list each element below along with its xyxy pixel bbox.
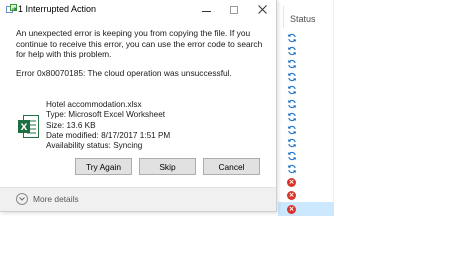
status-row[interactable]: × bbox=[278, 176, 334, 189]
svg-text:X: X bbox=[21, 123, 28, 133]
cancel-button[interactable]: Cancel bbox=[203, 158, 260, 175]
status-row[interactable] bbox=[278, 110, 334, 123]
dialog-footer: More details bbox=[0, 187, 276, 211]
status-row[interactable] bbox=[278, 44, 334, 57]
interrupted-action-dialog: 1 Interrupted Action An unexpected error… bbox=[0, 0, 277, 212]
sync-pending-icon bbox=[287, 125, 297, 135]
sync-pending-icon bbox=[287, 165, 297, 174]
status-column-header[interactable]: Status bbox=[290, 14, 316, 24]
maximize-icon bbox=[230, 5, 238, 14]
status-row[interactable]: × bbox=[278, 189, 334, 202]
file-date-modified: Date modified: 8/17/2017 1:51 PM bbox=[46, 130, 171, 140]
sync-pending-icon bbox=[287, 73, 297, 82]
close-button[interactable] bbox=[248, 0, 276, 19]
sync-pending-icon bbox=[287, 152, 297, 161]
sync-pending-icon bbox=[287, 138, 297, 148]
dialog-title: 1 Interrupted Action bbox=[18, 4, 97, 14]
minimize-icon bbox=[201, 10, 211, 12]
sync-error-icon: × bbox=[287, 191, 296, 201]
sync-error-icon: × bbox=[287, 204, 296, 214]
error-message: An unexpected error is keeping you from … bbox=[16, 28, 263, 60]
maximize-button[interactable] bbox=[220, 0, 248, 19]
status-row[interactable] bbox=[278, 97, 334, 110]
file-size: Size: 13.6 KB bbox=[46, 120, 96, 130]
status-row[interactable] bbox=[278, 31, 334, 44]
dialog-titlebar[interactable]: 1 Interrupted Action bbox=[0, 0, 276, 19]
sync-pending-icon bbox=[287, 112, 297, 121]
status-row[interactable] bbox=[278, 71, 334, 84]
column-divider bbox=[283, 6, 284, 28]
status-row[interactable]: × bbox=[278, 202, 334, 216]
status-row[interactable] bbox=[278, 57, 334, 70]
sync-pending-icon bbox=[287, 33, 297, 42]
status-row[interactable] bbox=[278, 84, 334, 97]
status-row[interactable] bbox=[278, 163, 334, 176]
try-again-button[interactable]: Try Again bbox=[75, 158, 132, 175]
sync-pending-icon bbox=[287, 86, 297, 95]
chevron-down-icon bbox=[16, 193, 28, 205]
more-details-button[interactable]: More details bbox=[16, 193, 79, 205]
more-details-label: More details bbox=[33, 194, 79, 204]
sync-pending-icon bbox=[287, 59, 297, 69]
sync-pending-icon bbox=[287, 46, 297, 55]
file-type: Type: Microsoft Excel Worksheet bbox=[46, 110, 166, 120]
copy-progress-icon bbox=[6, 4, 18, 13]
excel-file-icon: X bbox=[18, 115, 39, 138]
status-list: × × × bbox=[278, 31, 334, 216]
error-code: Error 0x80070185: The cloud operation wa… bbox=[16, 68, 232, 78]
sync-error-icon: × bbox=[287, 178, 296, 188]
status-row[interactable] bbox=[278, 150, 334, 163]
minimize-button[interactable] bbox=[192, 0, 220, 19]
sync-pending-icon bbox=[287, 99, 297, 108]
skip-button[interactable]: Skip bbox=[139, 158, 196, 175]
close-icon bbox=[257, 5, 267, 14]
file-details: Hotel accommodation.xlsx Type: Microsoft… bbox=[46, 100, 170, 151]
file-name: Hotel accommodation.xlsx bbox=[46, 100, 142, 109]
status-row[interactable] bbox=[278, 123, 334, 136]
file-availability: Availability status: Syncing bbox=[46, 141, 143, 151]
status-row[interactable] bbox=[278, 137, 334, 150]
